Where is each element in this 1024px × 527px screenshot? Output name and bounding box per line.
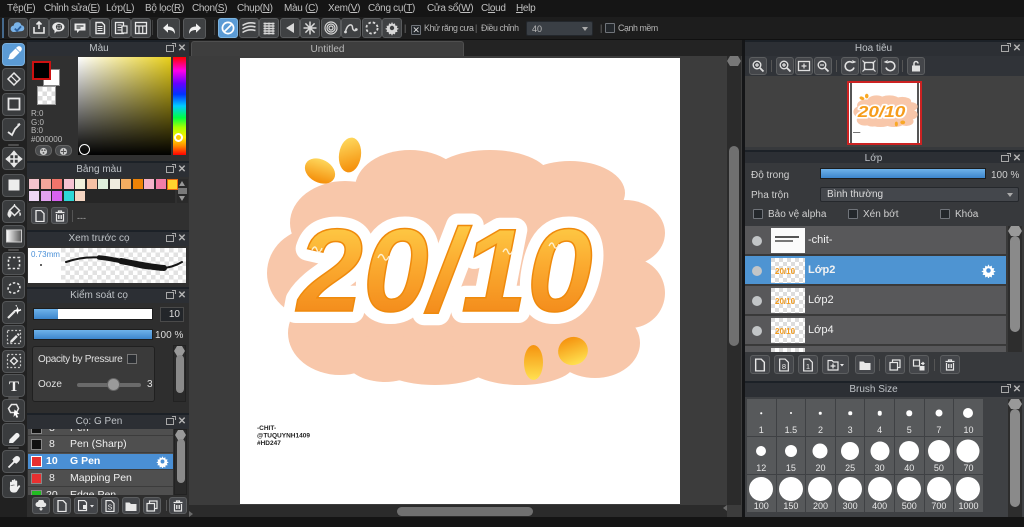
svg-text:@TUQUYNH1409: @TUQUYNH1409 [257,433,310,440]
svg-text:#HD247: #HD247 [257,440,281,447]
svg-text:20/10: 20/10 [295,205,592,337]
svg-text:8: 8 [782,361,786,370]
svg-text:T: T [8,379,18,393]
svg-text:S: S [108,504,113,511]
svg-text:-CHIT-: -CHIT- [257,425,276,432]
svg-text:20/10: 20/10 [857,103,906,121]
svg-text:1: 1 [806,361,810,370]
